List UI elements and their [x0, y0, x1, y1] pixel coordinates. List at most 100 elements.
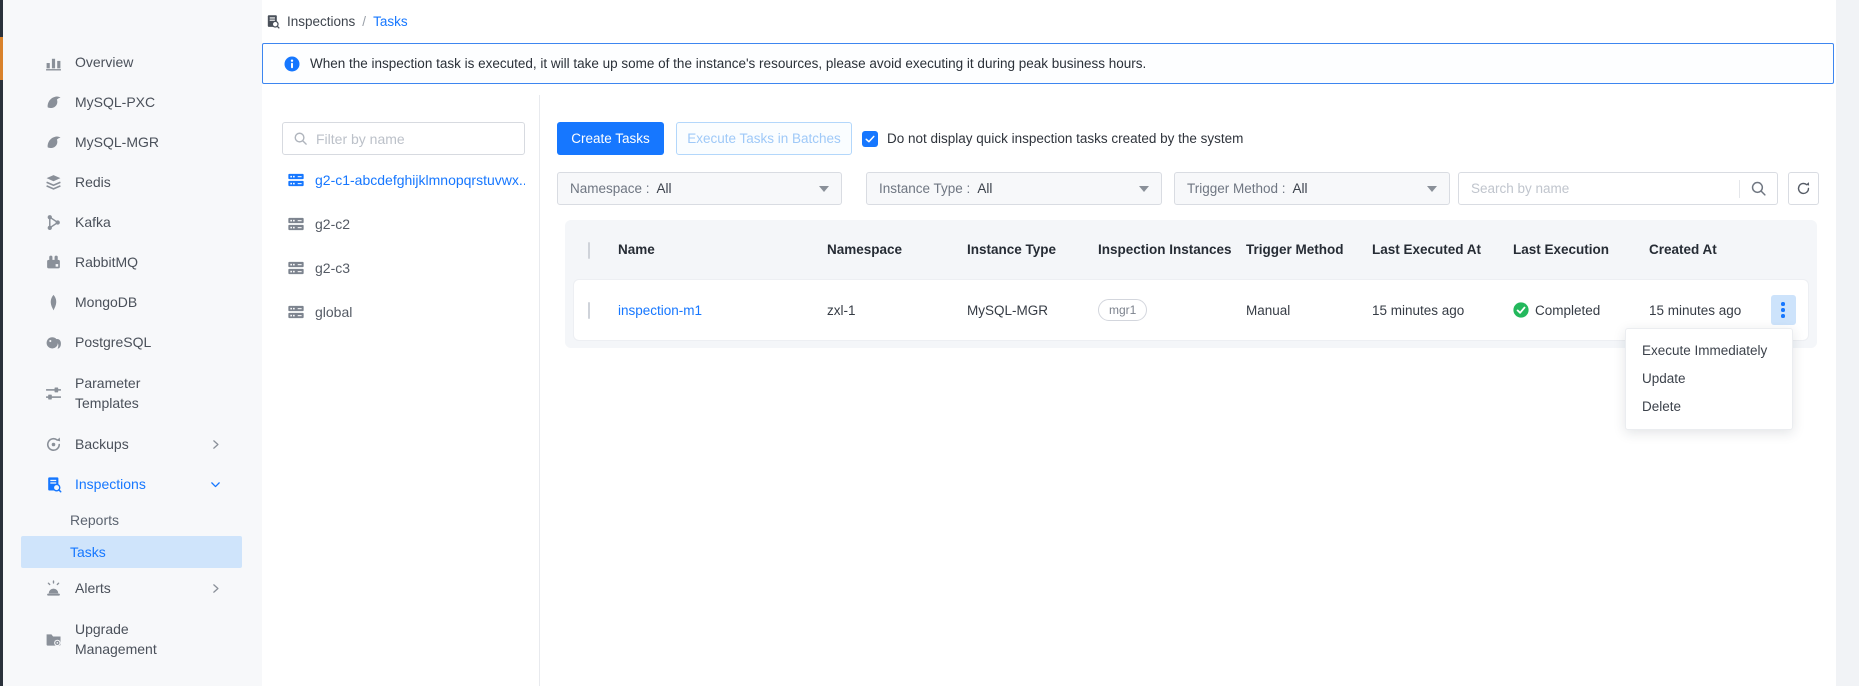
inspection-icon	[265, 14, 280, 29]
refresh-icon	[1796, 181, 1811, 196]
search-icon	[293, 131, 308, 146]
breadcrumb-section[interactable]: Inspections	[287, 14, 355, 29]
cell-namespace: zxl-1	[819, 303, 959, 318]
page-scrollbar-track[interactable]	[1836, 0, 1859, 686]
row-actions-menu: Execute Immediately Update Delete	[1625, 328, 1793, 430]
column-header-namespace: Namespace	[819, 241, 959, 259]
cluster-item-g2-c3[interactable]: g2-c3	[262, 246, 539, 290]
sidebar-item-label: RabbitMQ	[75, 254, 138, 270]
sidebar-item-mysql-pxc[interactable]: MySQL-PXC	[3, 82, 262, 122]
sidebar-item-label: Kafka	[75, 214, 111, 230]
execute-tasks-in-batches-button[interactable]: Execute Tasks in Batches	[676, 122, 852, 155]
sidebar-subitem-reports[interactable]: Reports	[3, 504, 262, 536]
server-icon	[287, 303, 305, 321]
sidebar-item-label: MongoDB	[75, 294, 137, 310]
dropdown-value: All	[657, 181, 672, 196]
hide-system-tasks-checkbox-row[interactable]: Do not display quick inspection tasks cr…	[862, 122, 1243, 155]
sidebar-subitem-tasks[interactable]: Tasks	[21, 536, 242, 568]
cell-last-execution: Completed	[1505, 302, 1641, 318]
sidebar-item-label: Backups	[75, 436, 129, 452]
dropdown-value: All	[1293, 181, 1308, 196]
search-box	[1458, 172, 1778, 205]
chevron-right-icon	[209, 582, 222, 595]
server-icon	[287, 215, 305, 233]
sidebar-item-overview[interactable]: Overview	[3, 42, 262, 82]
search-input[interactable]	[1471, 181, 1739, 196]
sidebar-item-mongodb[interactable]: MongoDB	[3, 282, 262, 322]
sidebar-item-label: MySQL-MGR	[75, 134, 159, 150]
cluster-filter-input[interactable]	[316, 131, 514, 147]
sidebar-item-label: Upgrade Management	[75, 619, 199, 660]
check-circle-icon	[1513, 302, 1529, 318]
server-icon	[287, 171, 305, 189]
menu-item-execute-immediately[interactable]: Execute Immediately	[1626, 337, 1792, 365]
sidebar-item-upgrade-management[interactable]: Upgrade Management	[3, 608, 262, 670]
sidebar-item-alerts[interactable]: Alerts	[3, 568, 262, 608]
breadcrumb-separator: /	[362, 14, 366, 29]
alarm-icon	[45, 580, 62, 597]
dropdown-label: Namespace :	[570, 181, 650, 196]
column-header-created-at: Created At	[1641, 241, 1758, 259]
cell-trigger-method: Manual	[1238, 303, 1364, 318]
select-all-checkbox[interactable]	[574, 243, 610, 258]
sidebar-item-kafka[interactable]: Kafka	[3, 202, 262, 242]
cell-created-at: 15 minutes ago	[1641, 303, 1758, 318]
sidebar-item-rabbitmq[interactable]: RabbitMQ	[3, 242, 262, 282]
dropdown-label: Instance Type :	[879, 181, 970, 196]
cluster-item-label: g2-c1-abcdefghijklmnopqrstuvwx...	[315, 172, 525, 188]
sliders-icon	[45, 385, 62, 402]
column-header-last-execution: Last Execution	[1505, 241, 1641, 259]
cluster-item-g2-c1[interactable]: g2-c1-abcdefghijklmnopqrstuvwx...	[262, 158, 539, 202]
create-tasks-button[interactable]: Create Tasks	[557, 122, 664, 155]
elephant-icon	[45, 334, 62, 351]
sidebar-item-backups[interactable]: Backups	[3, 424, 262, 464]
sidebar-item-redis[interactable]: Redis	[3, 162, 262, 202]
layers-icon	[45, 174, 62, 191]
dolphin-icon	[45, 134, 62, 151]
sidebar-item-label: Alerts	[75, 580, 111, 596]
instance-type-dropdown[interactable]: Instance Type : All	[866, 172, 1162, 205]
sidebar-item-label: Tasks	[70, 544, 106, 560]
folder-gear-icon	[45, 631, 62, 648]
backup-icon	[45, 436, 62, 453]
info-banner-text: When the inspection task is executed, it…	[310, 56, 1146, 71]
column-header-inspection-instances: Inspection Instances	[1090, 241, 1238, 259]
row-actions-button[interactable]	[1771, 295, 1796, 325]
menu-item-update[interactable]: Update	[1626, 365, 1792, 393]
server-icon	[287, 259, 305, 277]
sidebar-item-label: Reports	[70, 512, 119, 528]
cluster-panel: g2-c1-abcdefghijklmnopqrstuvwx... g2-c2 …	[262, 95, 540, 686]
info-icon	[284, 56, 300, 72]
task-name-link[interactable]: inspection-m1	[618, 303, 702, 318]
trigger-method-dropdown[interactable]: Trigger Method : All	[1174, 172, 1450, 205]
breadcrumb-current[interactable]: Tasks	[373, 14, 408, 29]
namespace-dropdown[interactable]: Namespace : All	[557, 172, 842, 205]
sidebar-item-parameter-templates[interactable]: Parameter Templates	[3, 362, 262, 424]
cell-instance-type: MySQL-MGR	[959, 303, 1090, 318]
cluster-item-g2-c2[interactable]: g2-c2	[262, 202, 539, 246]
cluster-item-global[interactable]: global	[262, 290, 539, 334]
caret-down-icon	[1139, 186, 1149, 192]
menu-item-delete[interactable]: Delete	[1626, 393, 1792, 421]
sidebar-item-postgresql[interactable]: PostgreSQL	[3, 322, 262, 362]
table-row: inspection-m1 zxl-1 MySQL-MGR mgr1 Manua…	[574, 280, 1808, 340]
checkbox-label: Do not display quick inspection tasks cr…	[887, 131, 1243, 146]
bar-chart-icon	[45, 54, 62, 71]
status-badge: Completed	[1535, 303, 1600, 318]
breadcrumb: Inspections / Tasks	[265, 8, 408, 34]
caret-down-icon	[819, 186, 829, 192]
table-header-row: Name Namespace Instance Type Inspection …	[565, 220, 1817, 280]
dropdown-label: Trigger Method :	[1187, 181, 1286, 196]
row-checkbox[interactable]	[574, 303, 610, 318]
sidebar-item-label: Inspections	[75, 476, 146, 492]
sidebar-item-label: Parameter Templates	[75, 373, 199, 414]
sidebar-item-inspections[interactable]: Inspections	[3, 464, 262, 504]
sidebar-item-label: Redis	[75, 174, 111, 190]
dropdown-value: All	[977, 181, 992, 196]
refresh-button[interactable]	[1788, 172, 1819, 205]
checkbox-checked-icon[interactable]	[862, 131, 878, 147]
chevron-right-icon	[209, 438, 222, 451]
sidebar-item-mysql-mgr[interactable]: MySQL-MGR	[3, 122, 262, 162]
search-icon[interactable]	[1740, 180, 1777, 197]
sidebar-item-label: Overview	[75, 54, 133, 70]
